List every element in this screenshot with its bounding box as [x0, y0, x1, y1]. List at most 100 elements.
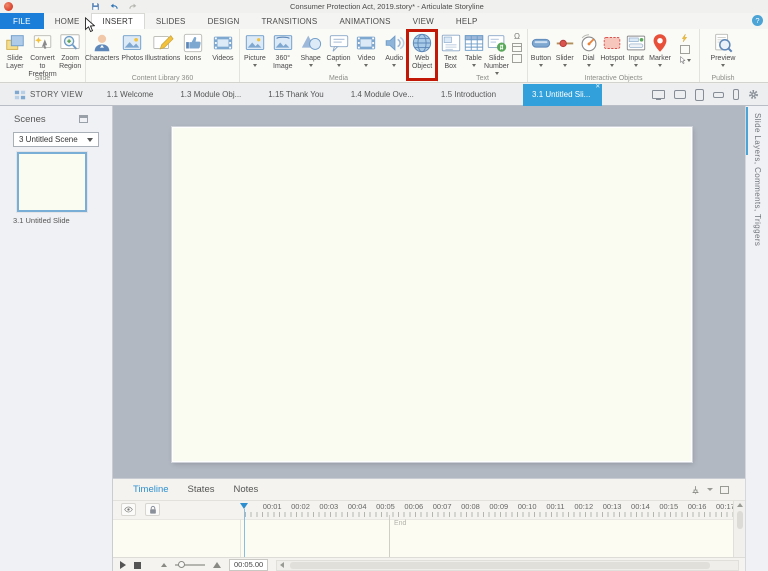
zoom-slider-knob[interactable] [178, 561, 185, 568]
play-button[interactable] [120, 561, 126, 569]
slide-tab-thank-you[interactable]: 1.15 Thank You [268, 90, 323, 99]
scene-selector-dropdown[interactable]: 3 Untitled Scene [13, 132, 99, 147]
zoom-in-timeline-icon[interactable] [213, 562, 221, 568]
chevron-down-icon [538, 63, 543, 67]
cursor-tool[interactable] [679, 56, 691, 65]
slide-layer-button[interactable]: Slide Layer [1, 30, 29, 78]
hotspot-button[interactable]: Hotspot [600, 30, 624, 73]
scroll-up-arrow-icon[interactable] [736, 503, 743, 507]
tab-view[interactable]: VIEW [402, 13, 445, 29]
trigger-lightning-icon[interactable] [680, 33, 689, 43]
desktop-preview-icon[interactable] [652, 90, 665, 100]
tab-insert[interactable]: INSERT [90, 13, 145, 29]
input-button[interactable]: Input [624, 30, 648, 73]
chevron-down-icon [610, 63, 615, 67]
audio-button[interactable]: Audio [380, 30, 408, 73]
lock-all-button[interactable] [145, 503, 160, 516]
caption-button[interactable]: Caption [325, 30, 353, 73]
illustrations-button[interactable]: Illustrations [145, 30, 180, 73]
tab-design[interactable]: DESIGN [197, 13, 251, 29]
ribbon-tab-bar: FILE HOME INSERT SLIDES DESIGN TRANSITIO… [0, 13, 768, 29]
slide-end-marker-line[interactable] [389, 515, 390, 557]
right-panel-tabs[interactable]: Slide Layers, Comments, Triggers [746, 106, 762, 246]
stop-button[interactable] [134, 561, 141, 569]
dial-button[interactable]: Dial [577, 30, 601, 73]
ribbon-group-media: Picture 360° Image Shape Caption Video A… [240, 29, 438, 82]
preview-button[interactable]: Preview [701, 30, 745, 73]
timeline-vertical-scrollbar[interactable] [733, 501, 745, 557]
tab-file[interactable]: FILE [0, 13, 44, 29]
shape-button[interactable]: Shape [297, 30, 325, 73]
scrolling-panel-icon[interactable] [679, 45, 690, 54]
slide-end-marker-label: End [394, 520, 407, 527]
tab-animations[interactable]: ANIMATIONS [328, 13, 401, 29]
tablet-landscape-preview-icon[interactable] [674, 90, 686, 99]
symbol-omega-icon[interactable]: Ω [514, 33, 520, 41]
hotspot-icon [604, 37, 621, 49]
slider-button[interactable]: Slider [553, 30, 577, 73]
mouse-cursor [84, 16, 96, 38]
photos-button[interactable]: Photos [117, 30, 147, 73]
ruler-tick-label: 00:16 [687, 502, 707, 511]
web-object-button[interactable]: Web Object [406, 29, 438, 81]
panel-layout-icon[interactable] [720, 485, 729, 494]
preview-magnifier-icon [715, 33, 733, 53]
tab-help[interactable]: HELP [445, 13, 489, 29]
zoom-out-timeline-icon[interactable] [161, 563, 167, 567]
table-button[interactable]: Table [462, 30, 485, 75]
timeline-toolbar: 00:01 00:02 00:03 00:04 00:05 00:06 00:07 00:08… [113, 501, 733, 519]
notes-tab[interactable]: Notes [233, 484, 258, 495]
tab-transitions[interactable]: TRANSITIONS [250, 13, 328, 29]
scenes-panel-title: Scenes [14, 114, 46, 125]
picture-button[interactable]: Picture [241, 30, 269, 73]
slide-tab-introduction[interactable]: 1.5 Introduction [441, 90, 496, 99]
redo-button[interactable] [128, 2, 138, 11]
slide-thumbnail[interactable] [17, 152, 87, 212]
slide-tab-module-objectives[interactable]: 1.3 Module Obj... [180, 90, 241, 99]
save-button[interactable] [91, 2, 100, 11]
scrollbar-thumb[interactable] [290, 561, 711, 569]
button-button[interactable]: Button [529, 30, 553, 73]
pin-icon[interactable] [691, 485, 700, 495]
undo-arrow-icon [110, 3, 118, 9]
zoom-region-button[interactable]: Zoom Region [56, 30, 84, 78]
tab-slides[interactable]: SLIDES [145, 13, 197, 29]
states-tab[interactable]: States [188, 484, 215, 495]
collapse-panel-icon[interactable] [79, 115, 88, 123]
icons-button[interactable]: Icons [178, 30, 208, 73]
marker-button[interactable]: Marker [648, 30, 672, 73]
help-icon[interactable]: ? [752, 15, 763, 26]
image-360-button[interactable]: 360° Image [269, 30, 297, 73]
timeline-horizontal-scrollbar[interactable] [276, 559, 739, 571]
videos-button[interactable]: Videos [208, 30, 238, 73]
chevron-down-icon [252, 63, 257, 67]
slide-tab-welcome[interactable]: 1.1 Welcome [107, 90, 154, 99]
close-tab-icon[interactable]: ✕ [595, 84, 600, 90]
lock-text-icon[interactable] [512, 54, 522, 63]
chevron-down-icon[interactable] [707, 488, 713, 491]
timeline-tracks-area[interactable] [113, 519, 733, 557]
scrollbar-thumb[interactable] [736, 511, 743, 529]
tablet-portrait-preview-icon[interactable] [695, 88, 704, 101]
playhead-line [244, 509, 245, 557]
scroll-left-arrow-icon[interactable] [280, 562, 285, 568]
timeline-ruler[interactable]: 00:01 00:02 00:03 00:04 00:05 00:06 00:07 00:08… [258, 502, 733, 512]
timeline-zoom-slider[interactable] [175, 561, 205, 568]
phone-portrait-preview-icon[interactable] [733, 89, 739, 100]
story-view-tab[interactable]: STORY VIEW [14, 89, 83, 101]
phone-landscape-preview-icon[interactable] [713, 91, 724, 98]
text-box-button[interactable]: Text Box [439, 30, 462, 75]
video-button[interactable]: Video [352, 30, 380, 73]
undo-button[interactable] [109, 2, 119, 11]
slide-tab-untitled-active[interactable]: 3.1 Untitled Sli... ✕ [523, 83, 603, 106]
slide-canvas[interactable] [172, 127, 692, 462]
eye-icon [124, 506, 133, 513]
timeline-tab[interactable]: Timeline [133, 484, 169, 495]
gear-icon[interactable] [748, 89, 759, 100]
slide-tab-module-overview[interactable]: 1.4 Module Ove... [351, 90, 414, 99]
slide-number-button[interactable]: Slide Number [484, 30, 509, 75]
photo-icon [123, 35, 142, 50]
show-hide-all-button[interactable] [121, 503, 136, 516]
reference-icon[interactable] [512, 43, 522, 52]
convert-to-freeform-button[interactable]: Convert to Freeform [28, 30, 57, 78]
